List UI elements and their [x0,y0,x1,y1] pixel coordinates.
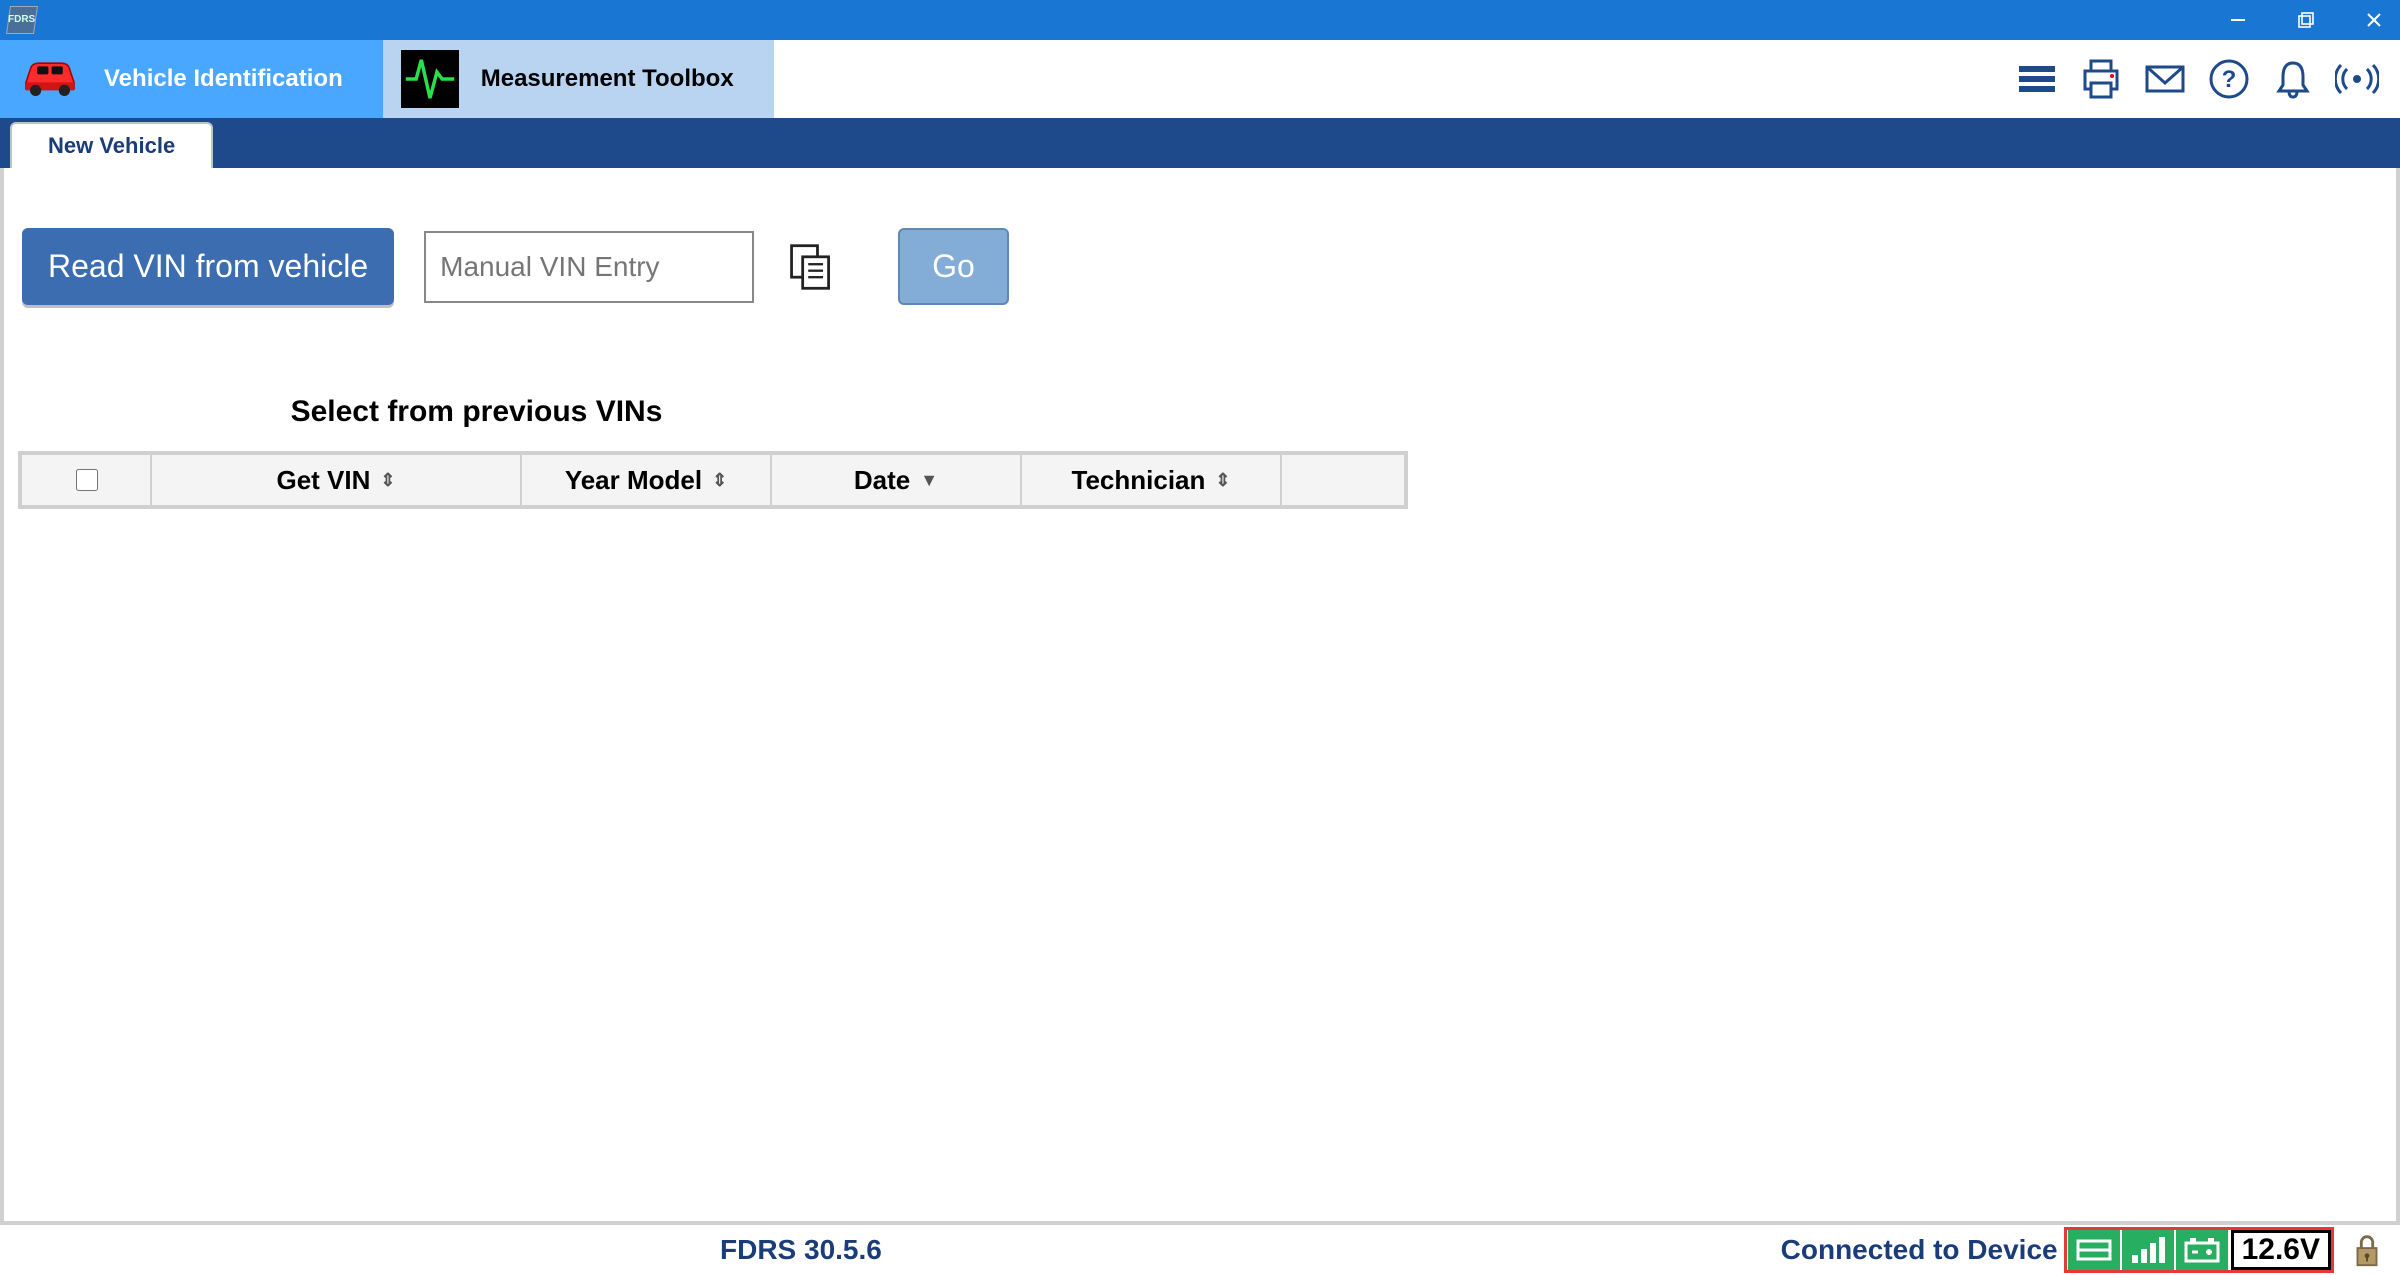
col-technician-label: Technician [1072,465,1206,496]
vehicle-battery-icon [2176,1230,2228,1270]
col-date[interactable]: Date ▼ [772,455,1022,505]
tab-measurement-label: Measurement Toolbox [481,65,734,93]
table-header-row: Get VIN ⇕ Year Model ⇕ Date ▼ Technician… [22,455,1404,505]
previous-vins-heading: Select from previous VINs [14,395,939,429]
read-vin-label: Read VIN from vehicle [48,248,368,284]
bell-icon[interactable] [2268,54,2318,104]
ribbon-icons: ? [2012,40,2400,118]
signal-strength-icon [2122,1230,2174,1270]
window-minimize-button[interactable] [2224,6,2252,34]
printer-icon[interactable] [2076,54,2126,104]
device-status: Connected to Device [1781,1234,2064,1266]
lock-icon[interactable] [2344,1227,2390,1273]
tab-measurement-toolbox[interactable]: Measurement Toolbox [383,40,774,118]
subtab-new-vehicle-label: New Vehicle [48,133,175,159]
vci-connection-icon [2068,1230,2120,1270]
col-year-model[interactable]: Year Model ⇕ [522,455,772,505]
menu-icon[interactable] [2012,54,2062,104]
window-close-button[interactable] [2360,6,2388,34]
sort-desc-icon: ▼ [920,470,938,491]
vin-input[interactable] [424,231,754,303]
sort-icon: ⇕ [1215,470,1230,491]
col-year-model-label: Year Model [565,465,702,496]
go-button[interactable]: Go [898,228,1009,305]
app-icon: FDRS [6,6,38,34]
subbar: New Vehicle [0,118,2400,168]
pulse-icon [401,50,459,108]
ribbon: Vehicle Identification Measurement Toolb… [0,40,2400,118]
go-label: Go [932,248,975,284]
col-get-vin[interactable]: Get VIN ⇕ [152,455,522,505]
app-version: FDRS 30.5.6 [720,1234,882,1266]
tab-vehicle-id-label: Vehicle Identification [104,65,343,93]
voltage-reading: 12.6V [2231,1230,2331,1270]
col-get-vin-label: Get VIN [276,465,370,496]
select-all-checkbox[interactable] [76,469,98,491]
col-blank [1282,455,1404,505]
svg-text:?: ? [2222,66,2237,93]
device-indicators: 12.6V [2064,1227,2334,1273]
copy-icon[interactable] [784,240,838,294]
tab-vehicle-identification[interactable]: Vehicle Identification [0,40,383,118]
broadcast-icon[interactable] [2332,54,2382,104]
col-technician[interactable]: Technician ⇕ [1022,455,1282,505]
read-vin-button[interactable]: Read VIN from vehicle [22,228,394,305]
sort-icon: ⇕ [380,470,395,491]
col-select-all[interactable] [22,455,152,505]
content-area: Read VIN from vehicle Go Select from pre… [0,168,2400,1225]
col-date-label: Date [854,465,910,496]
previous-vins-table: Get VIN ⇕ Year Model ⇕ Date ▼ Technician… [18,451,1408,509]
subtab-new-vehicle[interactable]: New Vehicle [10,122,213,168]
window-maximize-button[interactable] [2292,6,2320,34]
mail-icon[interactable] [2140,54,2190,104]
car-icon [18,52,82,107]
titlebar: FDRS [0,0,2400,40]
statusbar: FDRS 30.5.6 Connected to Device 12.6V [0,1225,2400,1275]
help-icon[interactable]: ? [2204,54,2254,104]
sort-icon: ⇕ [712,470,727,491]
